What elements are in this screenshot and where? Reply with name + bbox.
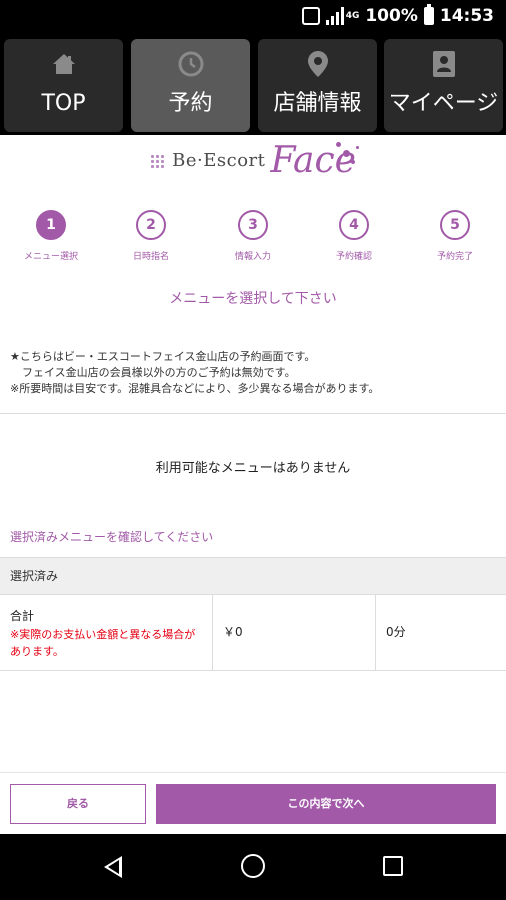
notice-line-2: フェイス金山店の会員様以外の方のご予約は無効です。 — [22, 366, 296, 379]
tab-store-info-label: 店舗情報 — [273, 91, 362, 116]
clock-icon — [131, 39, 250, 89]
home-icon — [4, 39, 123, 89]
step-4: 4 予約確認 — [306, 210, 402, 262]
brand-logo: Be·Escort Face — [0, 140, 506, 190]
next-button[interactable]: この内容で次へ — [156, 784, 496, 824]
notice-line-3: ※所要時間は目安です。混雑具合などにより、多少異なる場合があります。 — [10, 382, 380, 395]
tab-top-label: TOP — [41, 91, 86, 116]
step-label: メニュー選択 — [23, 252, 78, 262]
duration-cell: 0分 — [376, 595, 506, 671]
profile-icon — [384, 39, 503, 89]
status-bar: 4G 100% 14:53 — [0, 0, 506, 36]
logo-brand: Be·Escort — [172, 150, 266, 171]
step-label: 情報入力 — [234, 252, 271, 262]
logo-name: Face — [270, 140, 356, 181]
step-number: 4 — [339, 210, 369, 240]
no-menu-message: 利用可能なメニューはありません — [155, 461, 351, 476]
notice-text: ★こちらはビー・エスコートフェイス金山店の予約画面です。 フェイス金山店の会員様… — [10, 349, 500, 397]
step-2: 2 日時指名 — [103, 210, 199, 262]
battery-percent: 100% — [365, 6, 418, 26]
step-number: 3 — [238, 210, 268, 240]
tab-mypage-label: マイページ — [388, 91, 499, 116]
top-nav: TOP 予約 店舗情報 マイページ — [0, 36, 506, 135]
divider — [0, 413, 506, 414]
step-number: 2 — [136, 210, 166, 240]
tab-reservation-label: 予約 — [168, 91, 213, 116]
reservation-steps: 1 メニュー選択 2 日時指名 3 情報入力 4 予約確認 5 予約完了 — [0, 210, 506, 270]
total-amount: ￥0 — [223, 625, 243, 639]
total-duration: 0分 — [386, 625, 406, 639]
notice-line-1: ★こちらはビー・エスコートフェイス金山店の予約画面です。 — [10, 350, 316, 363]
step-label: 予約確認 — [335, 252, 372, 262]
total-cell: 合計 ※実際のお支払い金額と異なる場合があります。 — [0, 595, 213, 671]
battery-icon — [423, 4, 434, 25]
step-label: 日時指名 — [132, 252, 169, 262]
price-warning: ※実際のお支払い金額と異なる場合があります。 — [10, 628, 196, 658]
logo-grid-icon — [150, 153, 165, 168]
step-5: 5 予約完了 — [407, 210, 503, 262]
home-circle-icon[interactable] — [241, 854, 265, 878]
tab-top[interactable]: TOP — [4, 39, 123, 132]
summary-row: 合計 ※実際のお支払い金額と異なる場合があります。 ￥0 0分 — [0, 595, 506, 671]
total-label: 合計 — [10, 609, 35, 623]
clock-time: 14:53 — [439, 6, 494, 26]
action-bar: 戻る この内容で次へ — [0, 772, 506, 834]
step-3: 3 情報入力 — [205, 210, 301, 262]
network-type: 4G — [345, 11, 360, 21]
tab-reservation[interactable]: 予約 — [131, 39, 250, 132]
step-label: 予約完了 — [436, 252, 473, 262]
step-1: 1 メニュー選択 — [3, 210, 99, 262]
confirm-selected-link[interactable]: 選択済みメニューを確認してください — [10, 528, 213, 545]
selected-section-header: 選択済み — [0, 557, 506, 595]
step-number: 1 — [36, 210, 66, 240]
signal-icon — [325, 7, 344, 25]
system-nav-bar — [0, 834, 506, 900]
vibrate-icon — [301, 7, 320, 25]
step-number: 5 — [440, 210, 470, 240]
status-indicators: 4G 100% 14:53 — [301, 4, 494, 26]
instruction-text: メニューを選択して下さい — [169, 291, 337, 307]
tab-store-info[interactable]: 店舗情報 — [258, 39, 377, 132]
amount-cell: ￥0 — [213, 595, 376, 671]
back-button[interactable]: 戻る — [10, 784, 146, 824]
map-pin-icon — [258, 39, 377, 89]
back-triangle-icon[interactable] — [104, 856, 122, 878]
tab-mypage[interactable]: マイページ — [384, 39, 503, 132]
recent-apps-icon[interactable] — [383, 856, 403, 876]
